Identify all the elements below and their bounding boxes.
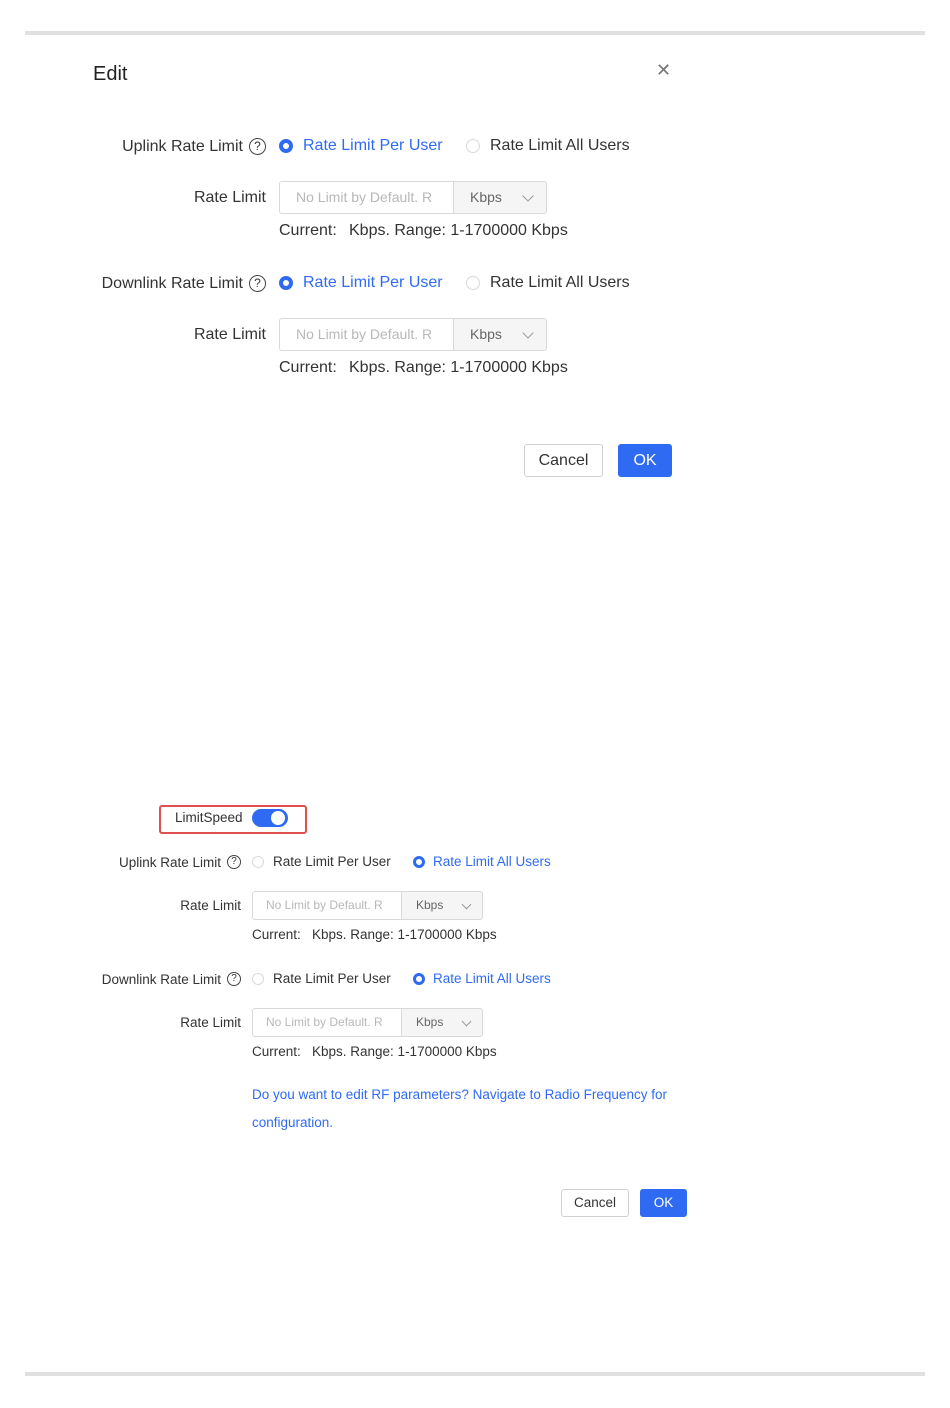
downlink-per-user-label[interactable]: Rate Limit Per User [273, 971, 391, 986]
downlink-per-user-label[interactable]: Rate Limit Per User [303, 274, 443, 292]
help-icon[interactable]: ? [249, 138, 266, 155]
downlink-rate-limit-label: Downlink Rate Limit [101, 972, 221, 987]
downlink-all-users-radio[interactable] [466, 276, 480, 290]
chevron-down-icon [522, 190, 534, 202]
ok-button[interactable]: OK [618, 444, 672, 477]
help-icon[interactable]: ? [227, 972, 241, 986]
uplink-all-users-label[interactable]: Rate Limit All Users [490, 137, 630, 155]
downlink-current-label: Current: [252, 1044, 301, 1059]
downlink-rate-input[interactable]: No Limit by Default. R [252, 1008, 402, 1037]
limit-speed-label: LimitSpeed [175, 810, 243, 825]
uplink-unit-select[interactable]: Kbps [453, 181, 547, 214]
downlink-unit-value: Kbps [416, 1015, 444, 1029]
top-divider [25, 31, 925, 35]
bottom-divider [25, 1372, 925, 1376]
downlink-rate-limit-label: Downlink Rate Limit [101, 275, 243, 292]
uplink-rate-limit-field-label: Rate Limit [193, 189, 266, 206]
dialog-title: Edit [93, 63, 128, 85]
chevron-down-icon [461, 1016, 472, 1027]
downlink-range-text: Kbps. Range: 1-1700000 Kbps [312, 1044, 497, 1059]
limit-speed-toggle[interactable] [252, 809, 288, 827]
uplink-rate-limit-label: Uplink Rate Limit [122, 138, 243, 155]
downlink-current-label: Current: [279, 359, 337, 376]
chevron-down-icon [461, 899, 472, 910]
ok-button[interactable]: OK [640, 1189, 687, 1217]
uplink-rate-input[interactable]: No Limit by Default. R [252, 891, 402, 920]
downlink-rate-input-placeholder: No Limit by Default. R [266, 1015, 383, 1029]
downlink-unit-select[interactable]: Kbps [401, 1008, 483, 1037]
downlink-range-text: Kbps. Range: 1-1700000 Kbps [349, 359, 568, 376]
uplink-per-user-radio[interactable] [279, 139, 293, 153]
uplink-rate-input-placeholder: No Limit by Default. R [266, 898, 383, 912]
uplink-per-user-label[interactable]: Rate Limit Per User [273, 854, 391, 869]
downlink-rate-limit-field-label: Rate Limit [193, 326, 266, 343]
downlink-all-users-label[interactable]: Rate Limit All Users [433, 971, 551, 986]
downlink-rate-input-placeholder: No Limit by Default. R [296, 326, 433, 342]
close-icon[interactable]: ✕ [656, 60, 671, 81]
uplink-all-users-label[interactable]: Rate Limit All Users [433, 854, 551, 869]
uplink-all-users-radio[interactable] [413, 856, 425, 868]
uplink-all-users-radio[interactable] [466, 139, 480, 153]
downlink-per-user-radio[interactable] [279, 276, 293, 290]
downlink-all-users-radio[interactable] [413, 973, 425, 985]
uplink-per-user-radio[interactable] [252, 856, 264, 868]
uplink-unit-value: Kbps [416, 898, 444, 912]
downlink-unit-value: Kbps [470, 326, 502, 342]
help-icon[interactable]: ? [249, 275, 266, 292]
uplink-range-text: Kbps. Range: 1-1700000 Kbps [312, 927, 497, 942]
uplink-rate-input[interactable]: No Limit by Default. R [279, 181, 454, 214]
downlink-all-users-label[interactable]: Rate Limit All Users [490, 274, 630, 292]
uplink-rate-limit-field-label: Rate Limit [180, 898, 241, 913]
downlink-rate-limit-field-label: Rate Limit [180, 1015, 241, 1030]
uplink-range-text: Kbps. Range: 1-1700000 Kbps [349, 222, 568, 239]
help-icon[interactable]: ? [227, 855, 241, 869]
uplink-current-label: Current: [279, 222, 337, 239]
rf-parameters-link[interactable]: Do you want to edit RF parameters? Navig… [252, 1081, 672, 1137]
chevron-down-icon [522, 327, 534, 339]
downlink-unit-select[interactable]: Kbps [453, 318, 547, 351]
downlink-per-user-radio[interactable] [252, 973, 264, 985]
uplink-rate-limit-label: Uplink Rate Limit [118, 855, 221, 870]
cancel-button[interactable]: Cancel [524, 444, 603, 477]
uplink-rate-input-placeholder: No Limit by Default. R [296, 189, 433, 205]
uplink-unit-value: Kbps [470, 189, 502, 205]
downlink-rate-input[interactable]: No Limit by Default. R [279, 318, 454, 351]
cancel-button[interactable]: Cancel [561, 1189, 629, 1217]
uplink-per-user-label[interactable]: Rate Limit Per User [303, 137, 443, 155]
uplink-unit-select[interactable]: Kbps [401, 891, 483, 920]
uplink-current-label: Current: [252, 927, 301, 942]
